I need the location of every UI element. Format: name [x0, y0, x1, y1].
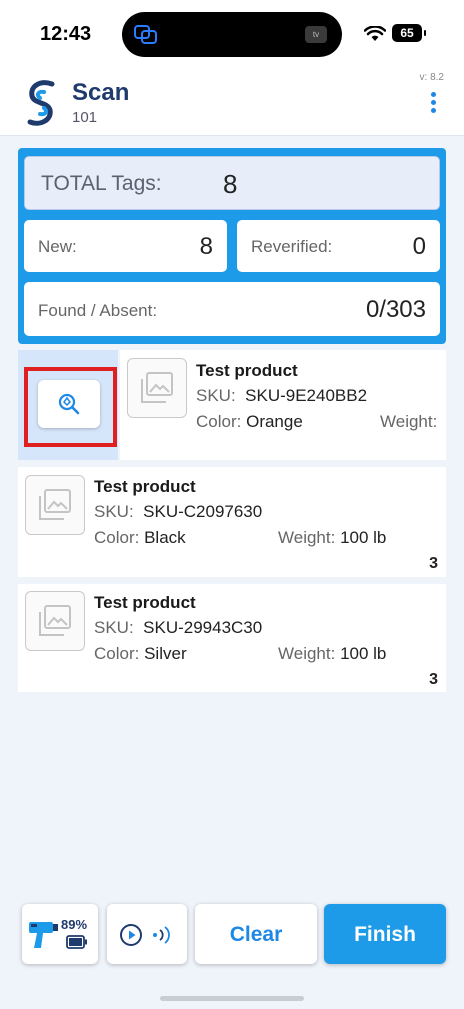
- weight-label: Weight:: [278, 644, 336, 663]
- page-title: Scan: [72, 79, 130, 106]
- battery-icon: [66, 935, 87, 949]
- color-label: Color:: [196, 412, 242, 431]
- image-placeholder-icon: [39, 489, 71, 520]
- sku-label: SKU:: [94, 618, 134, 637]
- stacked-windows-icon: [134, 25, 157, 44]
- color-value: Silver: [144, 644, 187, 663]
- product-thumbnail: [25, 591, 85, 651]
- scanner-gun-icon: [29, 922, 58, 948]
- highlight-box: [24, 367, 117, 447]
- summary-panel: TOTAL Tags: 8 New: 8 Reverified: 0 Found…: [18, 148, 446, 344]
- finish-button-label: Finish: [354, 923, 416, 946]
- wifi-icon: [364, 26, 386, 41]
- product-card[interactable]: Test product SKU: SKU-9E240BB2 Color: Or…: [120, 350, 446, 460]
- product-weight: Weight:: [380, 412, 437, 432]
- bottom-toolbar: 89% Clear Finish: [0, 900, 464, 970]
- weight-value: 100 lb: [340, 528, 387, 547]
- new-tags-value: 8: [199, 233, 213, 260]
- clear-button[interactable]: Clear: [195, 904, 317, 964]
- clear-button-label: Clear: [229, 923, 283, 946]
- reverified-label: Reverified:: [251, 237, 333, 256]
- product-quantity: 3: [429, 555, 438, 572]
- weight-label: Weight:: [278, 528, 336, 547]
- product-color: Color: Black: [94, 528, 186, 548]
- total-tags-label: TOTAL Tags:: [41, 172, 162, 195]
- app-header: Scan 101 v: 8.2: [0, 70, 464, 136]
- status-time: 12:43: [40, 23, 92, 45]
- product-weight: Weight: 100 lb: [278, 528, 386, 548]
- product-name: Test product: [94, 593, 196, 612]
- total-tags-value: 8: [223, 169, 238, 199]
- image-placeholder-icon: [39, 605, 71, 636]
- product-thumbnail: [25, 475, 85, 535]
- found-absent-box: Found / Absent: 0/303: [24, 282, 440, 336]
- status-bar: 12:43 tv 65: [0, 0, 464, 70]
- product-weight: Weight: 100 lb: [278, 644, 386, 664]
- product-sku: SKU: SKU-9E240BB2: [196, 386, 367, 406]
- reverified-box: Reverified: 0: [237, 220, 440, 272]
- product-color: Color: Silver: [94, 644, 187, 664]
- product-sku: SKU: SKU-C2097630: [94, 502, 262, 522]
- color-label: Color:: [94, 644, 140, 663]
- rfid-signal-icon: [153, 926, 170, 944]
- product-card[interactable]: Test product SKU: SKU-29943C30 Color: Si…: [18, 584, 446, 692]
- color-label: Color:: [94, 528, 140, 547]
- new-tags-box: New: 8: [24, 220, 227, 272]
- weight-label: Weight:: [380, 412, 438, 431]
- sku-label: SKU:: [196, 386, 236, 405]
- new-tags-label: New:: [38, 237, 77, 256]
- sku-value: SKU-29943C30: [143, 618, 263, 637]
- page-subtitle: 101: [72, 109, 98, 126]
- scanner-status-button[interactable]: 89%: [22, 904, 98, 964]
- color-value: Orange: [246, 412, 303, 431]
- sku-value: SKU-C2097630: [143, 502, 263, 521]
- start-scan-button[interactable]: [107, 904, 187, 964]
- scan-logo-icon: [27, 80, 55, 126]
- version-label: v: 8.2: [419, 72, 444, 83]
- weight-value: 100 lb: [340, 644, 387, 663]
- home-indicator: [160, 996, 304, 1001]
- battery-indicator: 65: [392, 24, 426, 42]
- scanner-battery-label: 89%: [61, 917, 88, 932]
- tv-app-icon: tv: [305, 26, 327, 43]
- total-tags-box: TOTAL Tags: 8: [24, 156, 440, 210]
- product-name: Test product: [196, 361, 298, 380]
- product-card[interactable]: Test product SKU: SKU-C2097630 Color: Bl…: [18, 467, 446, 577]
- found-absent-value: 0/303: [365, 296, 426, 323]
- product-name: Test product: [94, 477, 196, 496]
- play-icon: [120, 924, 142, 946]
- kebab-menu-icon[interactable]: [428, 92, 438, 116]
- found-absent-label: Found / Absent:: [38, 301, 158, 320]
- product-sku: SKU: SKU-29943C30: [94, 618, 262, 638]
- sku-value: SKU-9E240BB2: [245, 386, 368, 405]
- product-color: Color: Orange: [196, 412, 303, 432]
- product-thumbnail: [127, 358, 187, 418]
- reverified-value: 0: [412, 233, 426, 260]
- image-placeholder-icon: [141, 372, 173, 403]
- sku-label: SKU:: [94, 502, 134, 521]
- dynamic-island: tv: [122, 12, 342, 57]
- color-value: Black: [144, 528, 186, 547]
- finish-button[interactable]: Finish: [324, 904, 446, 964]
- product-quantity: 3: [429, 671, 438, 688]
